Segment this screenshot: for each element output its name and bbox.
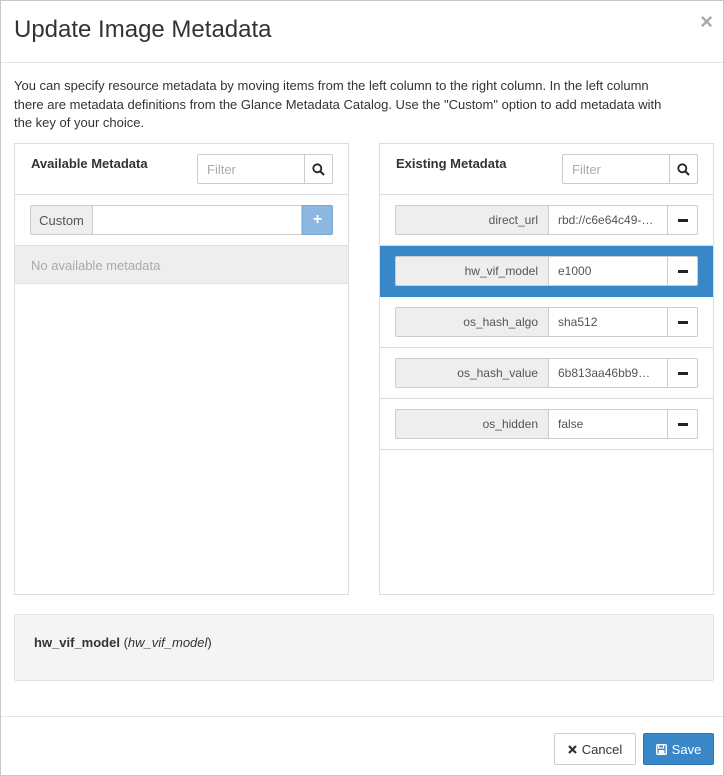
metadata-key: direct_url (395, 205, 548, 235)
minus-icon (677, 371, 688, 375)
available-panel-title: Available Metadata (31, 156, 148, 171)
metadata-key: os_hash_value (395, 358, 548, 388)
metadata-row-os-hidden[interactable]: os_hidden (380, 399, 713, 450)
save-button[interactable]: Save (643, 733, 714, 765)
remove-metadata-button[interactable] (668, 307, 698, 337)
custom-label: Custom (30, 205, 92, 235)
metadata-value-input[interactable] (548, 205, 668, 235)
empty-available-message: No available metadata (15, 246, 348, 284)
minus-icon (677, 269, 688, 273)
metadata-item: direct_url (395, 205, 698, 235)
metadata-item: os_hash_algo (395, 307, 698, 337)
metadata-row-os-hash-algo[interactable]: os_hash_algo (380, 297, 713, 348)
cancel-button[interactable]: Cancel (554, 733, 636, 765)
dialog-footer: Cancel Save (1, 716, 723, 776)
existing-metadata-panel: Existing Metadata direct_url hw_vif_mode… (379, 143, 714, 595)
existing-panel-title: Existing Metadata (396, 156, 507, 171)
intro-text: You can specify resource metadata by mov… (14, 78, 662, 130)
remove-metadata-button[interactable] (668, 256, 698, 286)
existing-filter-input[interactable] (563, 155, 669, 183)
available-filter (197, 154, 333, 184)
search-icon[interactable] (304, 155, 332, 183)
minus-icon (677, 218, 688, 222)
metadata-value-input[interactable] (548, 307, 668, 337)
metadata-value-input[interactable] (548, 409, 668, 439)
available-metadata-panel: Available Metadata Custom + No available… (14, 143, 349, 595)
custom-key-input[interactable] (92, 205, 302, 235)
metadata-row-os-hash-value[interactable]: os_hash_value (380, 348, 713, 399)
minus-icon (677, 422, 688, 426)
floppy-disk-icon (655, 743, 667, 755)
metadata-value-input[interactable] (548, 358, 668, 388)
custom-input-group: Custom + (30, 205, 333, 235)
metadata-value-input[interactable] (548, 256, 668, 286)
close-icon[interactable]: × (700, 11, 713, 33)
cancel-label: Cancel (581, 741, 623, 757)
dialog-title: Update Image Metadata (14, 16, 272, 43)
dialog-header: Update Image Metadata × (1, 1, 723, 63)
metadata-item: os_hash_value (395, 358, 698, 388)
info-open-paren: ( (119, 635, 128, 650)
minus-icon (677, 320, 688, 324)
existing-filter (562, 154, 698, 184)
info-close-paren: ) (207, 635, 212, 650)
available-filter-input[interactable] (198, 155, 304, 183)
selected-metadata-key: hw_vif_model (34, 635, 120, 650)
custom-metadata-row: Custom + (15, 195, 348, 246)
add-custom-button[interactable]: + (302, 205, 333, 235)
remove-metadata-button[interactable] (668, 358, 698, 388)
metadata-key: os_hash_algo (395, 307, 548, 337)
remove-metadata-button[interactable] (668, 409, 698, 439)
existing-panel-header: Existing Metadata (380, 144, 713, 195)
available-panel-header: Available Metadata (15, 144, 348, 195)
remove-metadata-button[interactable] (668, 205, 698, 235)
metadata-key: hw_vif_model (395, 256, 548, 286)
update-metadata-dialog: Update Image Metadata × You can specify … (0, 0, 724, 776)
metadata-item: hw_vif_model (395, 256, 698, 286)
metadata-key: os_hidden (395, 409, 548, 439)
metadata-row-hw-vif-model[interactable]: hw_vif_model (380, 246, 713, 297)
metadata-description: hw_vif_model (hw_vif_model) (14, 614, 714, 681)
metadata-row-direct-url[interactable]: direct_url (380, 195, 713, 246)
search-icon[interactable] (669, 155, 697, 183)
save-label: Save (671, 741, 702, 757)
selected-metadata-name: hw_vif_model (127, 635, 208, 650)
times-icon (567, 744, 577, 754)
metadata-item: os_hidden (395, 409, 698, 439)
